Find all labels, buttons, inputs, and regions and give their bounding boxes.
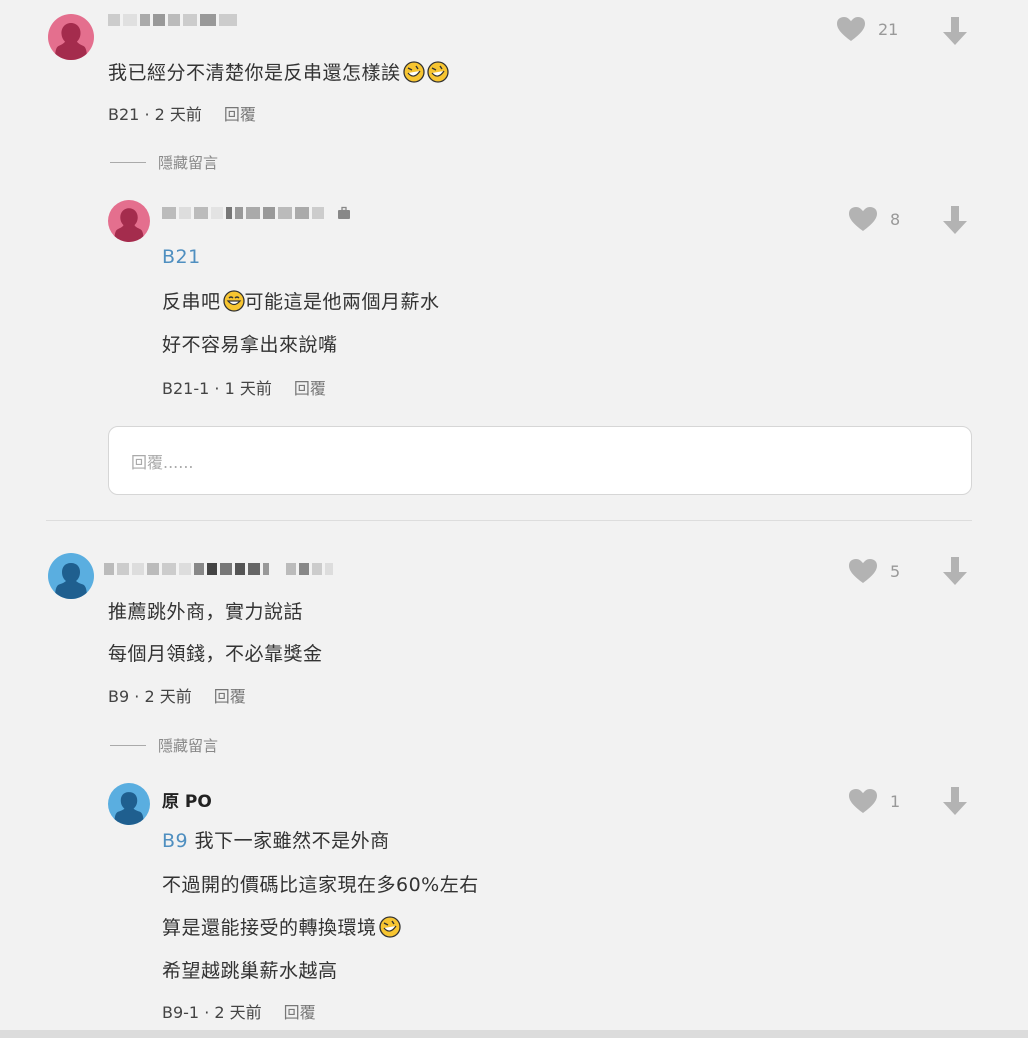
rolling-laughing-emoji (378, 916, 401, 938)
comment-meta: B9 · 2 天前 回覆 (108, 687, 246, 706)
avatar-male-icon[interactable] (48, 553, 94, 599)
reply-text-line: 好不容易拿出來說嘴 (162, 334, 338, 356)
author-name-blurred[interactable] (108, 13, 237, 27)
floor-reference-link[interactable]: B21 (162, 246, 201, 268)
like-count: 21 (878, 19, 899, 39)
reply-meta: B9-1 · 2 天前 回覆 (162, 1003, 316, 1022)
comments-page: 我已經分不清楚你是反串還怎樣誒 B21 · 2 天前 回覆 21 隱藏留言 B21… (0, 0, 1028, 1038)
avatar-female-icon[interactable] (108, 200, 150, 242)
grinning-emoji (222, 290, 245, 312)
arrow-down-icon[interactable] (942, 205, 968, 235)
like-count: 8 (890, 209, 901, 229)
post-time: 2 天前 (214, 1003, 262, 1022)
author-name-blurred[interactable] (104, 562, 333, 576)
author-name-blurred[interactable] (162, 206, 351, 220)
hide-replies-toggle[interactable]: 隱藏留言 (110, 152, 218, 173)
floor-number[interactable]: B9 (108, 687, 129, 706)
reply-text-line: 不過開的價碼比這家現在多60%左右 (162, 874, 479, 896)
like-group: 21 (836, 16, 898, 42)
author-name[interactable]: 原 PO (162, 787, 212, 812)
reply-button[interactable]: 回覆 (224, 105, 256, 124)
arrow-down-icon[interactable] (942, 16, 968, 46)
reply-input[interactable]: 回覆...... (108, 426, 972, 495)
comment-text-line: 每個月領錢，不必靠獎金 (108, 643, 323, 665)
avatar-male-icon[interactable] (108, 783, 150, 825)
comment-text: 我已經分不清楚你是反串還怎樣誒 (108, 58, 449, 85)
rolling-laughing-emoji (402, 61, 425, 83)
reply-meta: B21-1 · 1 天前 回覆 (162, 379, 326, 398)
post-time: 1 天前 (224, 379, 272, 398)
floor-number[interactable]: B21 (108, 105, 139, 124)
reply-text-line: B9 我下一家雖然不是外商 (162, 830, 390, 852)
arrow-down-icon[interactable] (942, 556, 968, 586)
heart-icon[interactable] (848, 558, 878, 584)
floor-number[interactable]: B9-1 (162, 1003, 199, 1022)
arrow-down-icon[interactable] (942, 786, 968, 816)
heart-icon[interactable] (848, 206, 878, 232)
avatar-female-icon[interactable] (48, 14, 94, 60)
reply-text-line: 算是還能接受的轉換環境 (162, 913, 401, 940)
reply-button[interactable]: 回覆 (284, 1003, 316, 1022)
comment-divider (46, 520, 972, 521)
reply-text-line: 希望越跳巢薪水越高 (162, 960, 338, 982)
briefcase-icon (338, 206, 350, 219)
comment-meta: B21 · 2 天前 回覆 (108, 105, 256, 124)
comment-text-line: 推薦跳外商，實力說話 (108, 601, 304, 623)
like-count: 5 (890, 561, 901, 581)
like-count: 1 (890, 791, 901, 811)
reply-button[interactable]: 回覆 (294, 379, 326, 398)
post-time: 2 天前 (154, 105, 202, 124)
hide-replies-toggle[interactable]: 隱藏留言 (110, 735, 218, 756)
reply-text-line: 反串吧 可能這是他兩個月薪水 (162, 290, 440, 313)
floor-reference-link[interactable]: B9 (162, 830, 188, 852)
like-group: 5 (848, 558, 900, 584)
rolling-laughing-emoji (426, 61, 449, 83)
floor-number[interactable]: B21-1 (162, 379, 209, 398)
reply-button[interactable]: 回覆 (214, 687, 246, 706)
heart-icon[interactable] (836, 16, 866, 42)
like-group: 8 (848, 206, 900, 232)
bottom-edge (0, 1030, 1028, 1038)
post-time: 2 天前 (144, 687, 192, 706)
like-group: 1 (848, 788, 900, 814)
heart-icon[interactable] (848, 788, 878, 814)
